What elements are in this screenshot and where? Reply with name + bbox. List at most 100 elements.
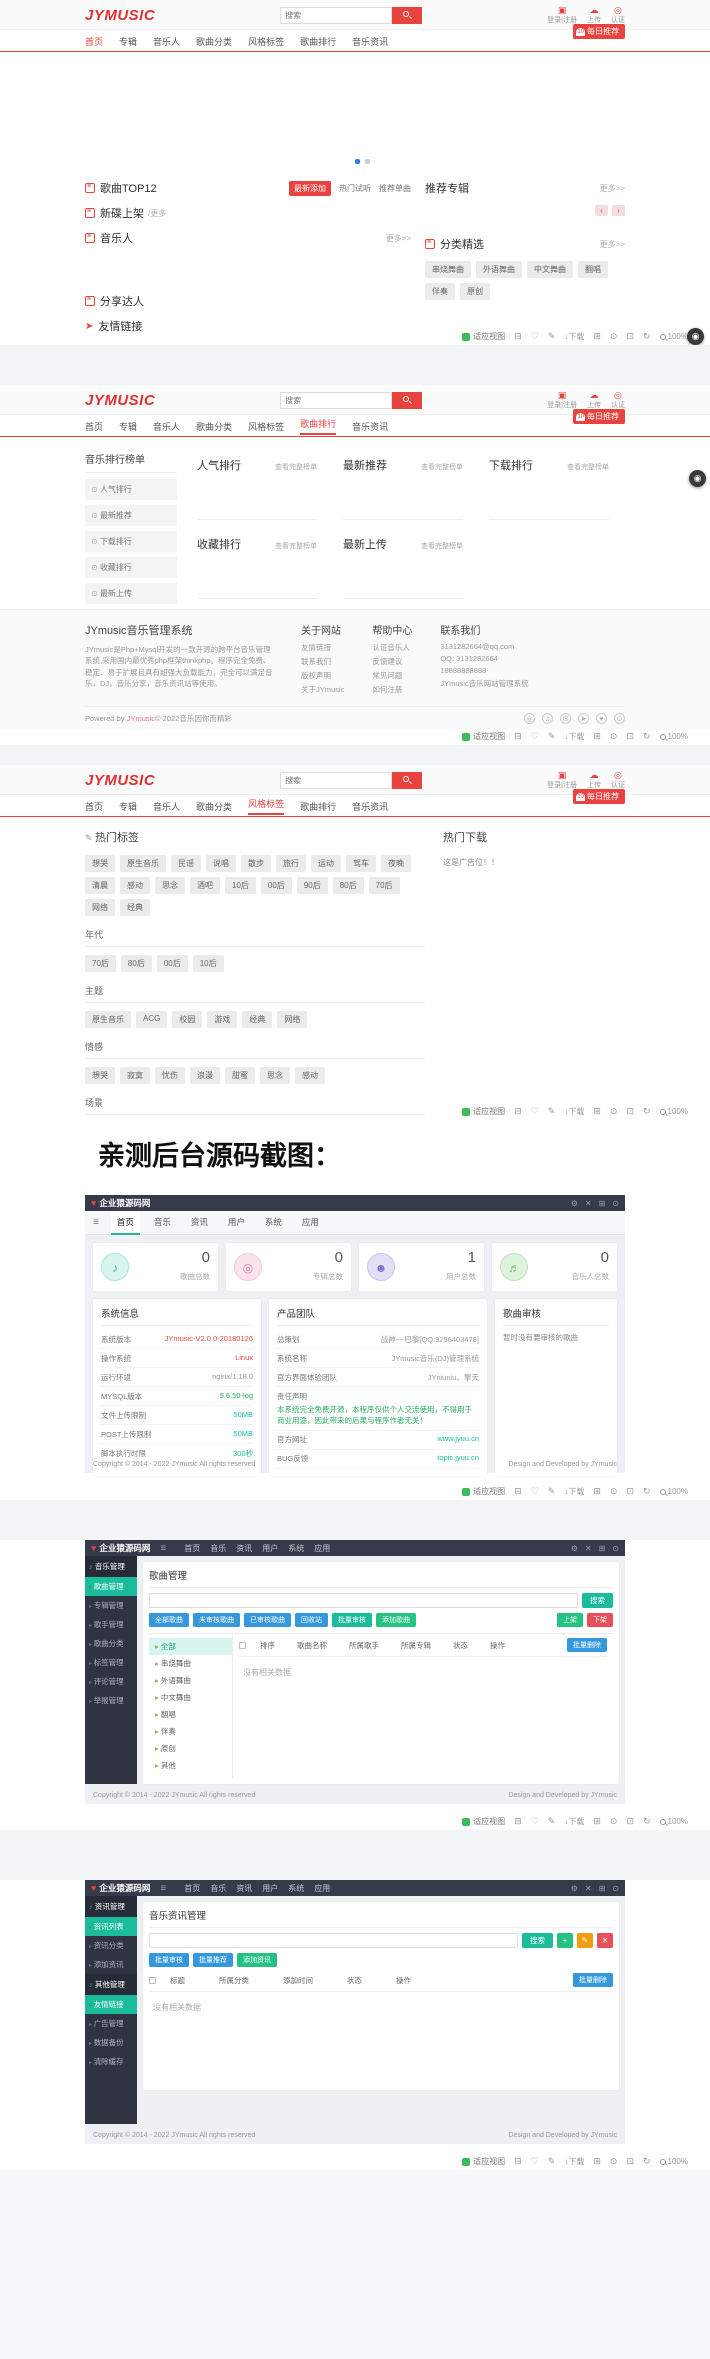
viewer-tool-icon[interactable]: ⊡ [626,2156,634,2167]
add-song-button[interactable]: 添加歌曲 [376,1613,416,1627]
menu-burger-icon[interactable]: ≡ [93,1217,99,1228]
download-button[interactable]: ↓下载 [564,1816,584,1827]
camera-float-button[interactable]: ◉ [687,328,704,345]
nav-item[interactable]: 首页 [85,35,103,48]
viewer-tool-icon[interactable]: ⊡ [626,731,634,742]
admin-search-button[interactable]: 搜索 [522,1933,553,1948]
admin-nav-tab[interactable]: 系统 [259,1211,288,1235]
nav-item[interactable]: 歌曲排行 [300,800,336,813]
footer-link[interactable]: 友情链接 [301,642,344,653]
category-tree-item[interactable]: 全部 [149,1638,232,1655]
admin-nav-tab[interactable]: 应用 [296,1211,325,1235]
viewer-tool-icon[interactable]: ⊙ [610,731,618,742]
viewer-tool-icon[interactable]: ⊞ [593,1816,601,1827]
category-pick-more-link[interactable]: 更多>> [600,239,625,250]
sidebar-menu-item[interactable]: 资讯列表 [85,1917,137,1936]
topbar-icon[interactable]: ✕ [585,1199,592,1208]
unreviewed-songs-button[interactable]: 未审核歌曲 [193,1613,240,1627]
tag-pill[interactable]: 旅行 [276,855,306,872]
viewer-tool-icon[interactable]: ⊙ [610,331,618,342]
view-full-list-link[interactable]: 查看完整榜单 [275,462,317,472]
nav-item[interactable]: 音乐人 [153,800,180,813]
sidebar-menu-item[interactable]: 评论管理 [85,1672,137,1691]
tag-pill[interactable]: 说唱 [206,855,236,872]
tag-pill[interactable]: 寂寞 [120,1067,150,1084]
search-input[interactable] [280,7,392,24]
tag-pill[interactable]: 网络 [85,899,115,916]
view-mode-badge[interactable]: 适应视图 [462,1816,505,1827]
category-tree-item[interactable]: 其他 [149,1757,232,1774]
tab-recommend[interactable]: 推荐单曲 [379,183,411,194]
batch-delete-button[interactable]: 批量删除 [573,1973,613,1987]
tag-pill[interactable]: 夜晚 [381,855,411,872]
nav-item[interactable]: 音乐资讯 [352,420,388,433]
album-rec-more-link[interactable]: 更多>> [600,183,625,194]
login-link[interactable]: ▣登录|注册 [547,6,577,25]
tag-pill[interactable]: 感动 [120,877,150,894]
nav-item[interactable]: 专辑 [119,35,137,48]
daily-recommend-badge[interactable]: 10每日推荐 [573,409,625,424]
admin-nav-tab[interactable]: 资讯 [236,1543,252,1554]
view-mode-badge[interactable]: 适应视图 [462,2156,505,2167]
viewer-tool-icon[interactable]: ⊟ [514,1106,522,1117]
view-mode-badge[interactable]: 适应视图 [462,1106,505,1117]
carousel-dot-active[interactable] [355,159,360,164]
sidebar-menu-item[interactable]: 歌曲管理 [85,1577,137,1596]
sidebar-menu-item[interactable]: 标签管理 [85,1653,137,1672]
viewer-tool-icon[interactable]: ♡ [531,331,539,342]
nav-item[interactable]: 风格标签 [248,797,284,815]
admin-nav-tab[interactable]: 首页 [184,1883,200,1894]
viewer-tool-icon[interactable]: ♡ [531,1816,539,1827]
category-tag[interactable]: 串烧舞曲 [425,261,471,278]
tag-pill[interactable]: 民谣 [171,855,201,872]
viewer-tool-icon[interactable]: ⊞ [593,331,601,342]
viewer-tool-icon[interactable]: ↻ [643,2156,651,2167]
view-full-list-link[interactable]: 查看完整榜单 [275,541,317,551]
nav-item[interactable]: 专辑 [119,420,137,433]
admin-nav-tab[interactable]: 用户 [222,1211,251,1235]
carousel-dot[interactable] [365,159,370,164]
next-arrow-button[interactable]: › [612,205,625,216]
category-tree-item[interactable]: 串烧舞曲 [149,1655,232,1672]
zoom-level[interactable]: 100% [660,1107,688,1116]
category-tag[interactable]: 翻唱 [578,261,608,278]
viewer-tool-icon[interactable]: ✎ [548,331,556,342]
topbar-icon[interactable]: ⊞ [599,1884,606,1893]
view-full-list-link[interactable]: 查看完整榜单 [567,462,609,472]
tag-pill[interactable]: 90后 [297,877,328,894]
add-news-button[interactable]: 添加资讯 [237,1953,277,1967]
rank-sidebar-item[interactable]: 人气排行 [85,479,177,500]
tag-pill[interactable]: 思念 [260,1067,290,1084]
search-button[interactable] [392,772,422,789]
zoom-level[interactable]: 100% [660,1817,688,1826]
edit-mini-button[interactable]: ✎ [577,1933,593,1948]
category-tag[interactable]: 伴奏 [425,283,455,300]
admin-nav-tab[interactable]: 首页 [111,1211,140,1235]
footer-link[interactable]: 版权声明 [301,670,344,681]
viewer-tool-icon[interactable]: ♡ [531,2156,539,2167]
nav-item[interactable]: 歌曲排行 [300,35,336,48]
nav-item[interactable]: 歌曲分类 [196,35,232,48]
nav-item[interactable]: 首页 [85,800,103,813]
sidebar-menu-item[interactable]: 专辑管理 [85,1596,137,1615]
zoom-level[interactable]: 100% [660,732,688,741]
viewer-tool-icon[interactable]: ✎ [548,731,556,742]
footer-contact-item[interactable]: 3131282664@qq.com [440,642,528,651]
viewer-tool-icon[interactable]: ⊙ [610,1816,618,1827]
viewer-tool-icon[interactable]: ⊙ [610,1486,618,1497]
reviewed-songs-button[interactable]: 已审核歌曲 [244,1613,291,1627]
viewer-tool-icon[interactable]: ✎ [548,1486,556,1497]
viewer-tool-icon[interactable]: ✎ [548,2156,556,2167]
topbar-icon[interactable]: ⊙ [612,1884,619,1893]
admin-nav-tab[interactable]: 音乐 [148,1211,177,1235]
category-tree-item[interactable]: 外语舞曲 [149,1672,232,1689]
view-mode-badge[interactable]: 适应视图 [462,331,505,342]
topbar-icon[interactable]: ⚙ [571,1884,578,1893]
category-tree-item[interactable]: 中文舞曲 [149,1689,232,1706]
tag-pill[interactable]: 浪漫 [190,1067,220,1084]
topbar-icon[interactable]: ⊞ [599,1199,606,1208]
nav-item[interactable]: 音乐资讯 [352,35,388,48]
viewer-tool-icon[interactable]: ⊡ [626,1816,634,1827]
view-mode-badge[interactable]: 适应视图 [462,1486,505,1497]
tag-pill[interactable]: 甜蜜 [225,1067,255,1084]
